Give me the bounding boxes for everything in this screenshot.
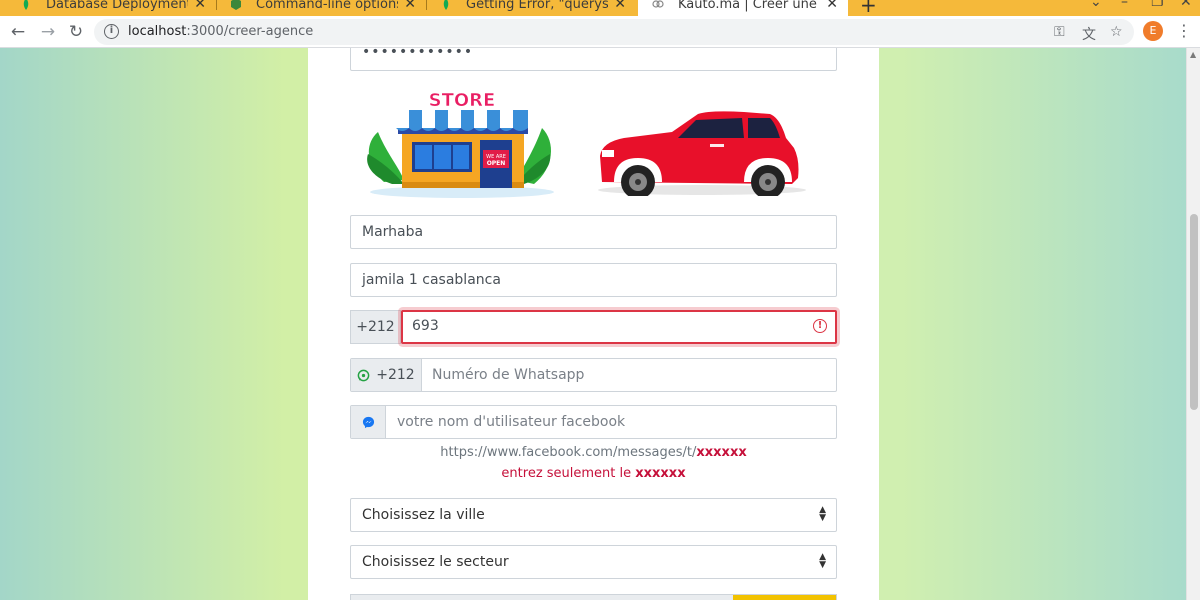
whatsapp-prefix-text: +212 [376,367,415,383]
messenger-icon [362,416,374,428]
forward-arrow-icon[interactable]: → [36,20,60,44]
sector-select[interactable]: Choisissez le secteur ▲ ▼ [350,545,837,579]
phone-value: 693 [412,318,439,334]
browser-toolbar: ← → ↻ i localhost:3000/creer-agence ⚿ 文 … [0,16,1200,48]
tab-search-icon[interactable]: ⌄ [1090,0,1102,10]
scroll-thumb[interactable] [1190,214,1198,410]
svg-text:OPEN: OPEN [487,160,506,167]
tab-strip: Database Deployments | ✕ Command-line op… [0,0,1200,16]
restore-icon[interactable]: ❐ [1151,0,1164,10]
close-window-icon[interactable]: ✕ [1180,0,1192,10]
whatsapp-icon [357,369,370,381]
mongodb-leaf-icon [443,0,449,10]
close-icon[interactable]: ✕ [194,0,206,12]
facebook-input-group: votre nom d'utilisateur facebook [350,405,837,439]
agency-name-value: Marhaba [362,224,424,240]
car-illustration[interactable] [594,108,808,196]
store-illustration[interactable]: WE ARE OPEN STORE [364,92,559,200]
agency-name-input[interactable]: Marhaba [350,215,837,249]
whatsapp-input[interactable]: Numéro de Whatsapp [432,367,584,383]
hint-note-text: entrez seulement le [501,466,636,481]
submit-button[interactable] [733,595,836,600]
whatsapp-prefix: +212 [351,359,422,391]
site-info-icon[interactable]: i [104,24,119,39]
address-url[interactable]: localhost:3000/creer-agence [128,24,313,39]
page-scrollbar[interactable]: ▲ [1186,48,1200,600]
close-icon[interactable]: ✕ [614,0,626,12]
city-select-value: Choisissez la ville [362,507,485,523]
tab-title: Database Deployments | [46,0,188,12]
key-icon[interactable]: ⚿ [1054,24,1065,40]
url-path: :3000/creer-agence [186,24,314,39]
hint-url-text: https://www.facebook.com/messages/t/ [440,445,697,460]
url-host: localhost [128,24,187,39]
facebook-hint-note: entrez seulement le xxxxxx [308,466,879,481]
phone-input[interactable]: 693 ! [401,310,837,344]
phone-input-group: +212 693 ! [350,310,837,344]
translate-icon[interactable]: 文 [1082,24,1096,44]
kauto-logo-icon [652,0,664,8]
facebook-input[interactable]: votre nom d'utilisateur facebook [397,414,625,430]
tab-command-line-options[interactable]: Command-line options | ✕ [216,0,426,16]
address-input[interactable]: jamila 1 casablanca [350,263,837,297]
tab-title: Kauto.ma | Créer une age [678,0,820,12]
mongodb-leaf-icon [23,0,29,10]
address-bar[interactable]: i localhost:3000/creer-agence ⚿ 文 ☆ [94,19,1134,45]
facebook-hint-url: https://www.facebook.com/messages/t/xxxx… [308,445,879,460]
tab-title: Getting Error, "queryserv [466,0,609,12]
error-icon: ! [813,319,827,333]
password-field[interactable]: •••••••••••• [350,48,837,71]
kebab-menu-icon[interactable]: ⋮ [1176,21,1192,40]
minimize-icon[interactable]: – [1121,0,1128,10]
tab-title: Command-line options | [256,0,399,12]
svg-text:STORE: STORE [429,92,496,111]
page-background: •••••••••••• WE ARE OPEN STORE Marhaba j… [0,48,1186,600]
nodejs-hexagon-icon [231,0,241,10]
tab-kauto-creer-agence[interactable]: Kauto.ma | Créer une age ✕ [638,0,848,16]
select-arrows-icon: ▲ ▼ [819,505,826,523]
star-icon[interactable]: ☆ [1110,24,1123,40]
select-arrows-icon: ▲ ▼ [819,552,826,570]
city-select[interactable]: Choisissez la ville ▲ ▼ [350,498,837,532]
bottom-input-group[interactable] [350,594,837,600]
messenger-addon [351,406,386,438]
whatsapp-input-group: +212 Numéro de Whatsapp [350,358,837,392]
address-value: jamila 1 casablanca [362,272,501,288]
phone-prefix: +212 [350,310,401,344]
reload-icon[interactable]: ↻ [64,20,88,44]
scroll-up-icon[interactable]: ▲ [1190,50,1196,59]
password-value: •••••••••••• [362,48,474,60]
hint-url-bold: xxxxxx [696,445,747,460]
back-arrow-icon[interactable]: ← [6,20,30,44]
tab-database-deployments[interactable]: Database Deployments | ✕ [6,0,216,16]
hint-note-bold: xxxxxx [635,466,686,481]
registration-card: •••••••••••• WE ARE OPEN STORE Marhaba j… [308,48,879,600]
close-icon[interactable]: ✕ [404,0,416,12]
tab-getting-error[interactable]: Getting Error, "queryserv ✕ [426,0,636,16]
close-icon[interactable]: ✕ [826,0,838,12]
new-tab-button[interactable]: + [860,0,877,16]
sector-select-value: Choisissez le secteur [362,554,509,570]
profile-avatar[interactable]: E [1143,21,1163,41]
